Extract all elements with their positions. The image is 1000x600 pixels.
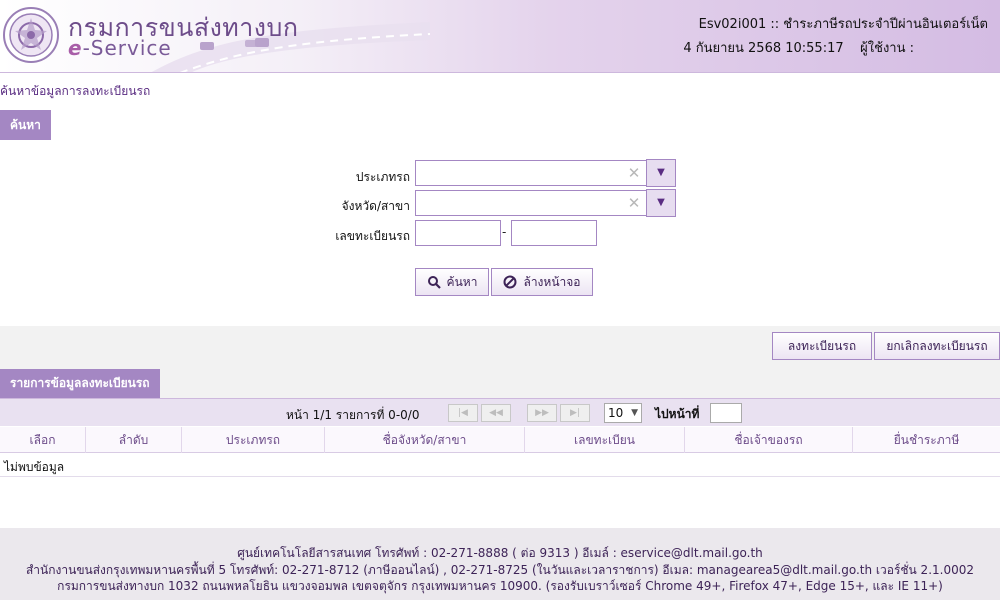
- search-button[interactable]: ค้นหา: [415, 268, 489, 296]
- cancel-register-button[interactable]: ยกเลิกลงทะเบียนรถ: [874, 332, 1000, 360]
- vehicle-type-combobox[interactable]: ✕ ▼: [415, 159, 676, 187]
- triangle-down-icon[interactable]: ▼: [646, 159, 676, 187]
- page-footer: ศูนย์เทคโนโลยีสารสนเทศ โทรศัพท์ : 02-271…: [0, 528, 1000, 600]
- dlt-seal-logo: [3, 7, 59, 63]
- pager-bar: หน้า 1/1 รายการที่ 0-0/0 |◀ ◀◀ ▶▶ ▶| 10 ▼…: [0, 398, 1000, 426]
- search-button-label: ค้นหา: [446, 274, 478, 289]
- page-header: กรมการขนส่งทางบก e-Service Esv02i001 :: …: [0, 0, 1000, 73]
- no-entry-icon: [503, 275, 517, 289]
- results-table-header: เลือก ลำดับ ประเภทรถ ชื่อจังหวัด/สาขา เล…: [0, 427, 1000, 453]
- last-page-icon[interactable]: ▶|: [560, 404, 590, 422]
- plate-label: เลขทะเบียนรถ: [335, 229, 410, 243]
- program-title: Esv02i001 :: ชำระภาษีรถประจำปีผ่านอินเตอ…: [698, 17, 988, 32]
- close-x-icon[interactable]: ✕: [622, 191, 646, 215]
- column-header-owner[interactable]: ชื่อเจ้าของรถ: [685, 427, 853, 453]
- province-combobox[interactable]: ✕ ▼: [415, 189, 676, 217]
- footer-line-3: กรมการขนส่งทางบก 1032 ถนนพหลโยธิน แขวงจอ…: [57, 579, 943, 593]
- magnifier-icon: [427, 276, 441, 289]
- column-header-sequence[interactable]: ลำดับ: [86, 427, 182, 453]
- pager-info: หน้า 1/1 รายการที่ 0-0/0: [286, 408, 420, 422]
- results-panel-tab: รายการข้อมูลลงทะเบียนรถ: [0, 369, 160, 398]
- column-header-submit-tax[interactable]: ยื่นชำระภาษี: [853, 427, 1000, 453]
- province-label: จังหวัด/สาขา: [341, 199, 410, 213]
- close-x-icon[interactable]: ✕: [622, 161, 646, 185]
- column-header-plate[interactable]: เลขทะเบียน: [525, 427, 685, 453]
- province-value[interactable]: [416, 191, 622, 215]
- no-data-message: ไม่พบข้อมูล: [4, 460, 65, 474]
- column-header-select[interactable]: เลือก: [0, 427, 86, 453]
- clear-button-label: ล้างหน้าจอ: [523, 274, 581, 289]
- plate-part1-input[interactable]: [415, 220, 501, 246]
- search-panel-tab: ค้นหา: [0, 110, 51, 140]
- column-header-vehicle-type[interactable]: ประเภทรถ: [182, 427, 325, 453]
- clear-button[interactable]: ล้างหน้าจอ: [491, 268, 593, 296]
- page-size-value: 10: [608, 406, 624, 420]
- first-page-icon[interactable]: |◀: [448, 404, 478, 422]
- vehicle-type-value[interactable]: [416, 161, 622, 185]
- register-vehicle-button[interactable]: ลงทะเบียนรถ: [772, 332, 872, 360]
- eservice-brand: e-Service: [68, 36, 172, 60]
- plate-part2-input[interactable]: [511, 220, 597, 246]
- goto-page-input[interactable]: [710, 403, 742, 423]
- table-row: ไม่พบข้อมูล: [0, 453, 1000, 477]
- date-user-info: 4 กันยายน 2568 10:55:17 ผู้ใช้งาน :: [683, 41, 914, 56]
- eservice-e-letter: e: [68, 36, 83, 60]
- triangle-down-icon[interactable]: ▼: [646, 189, 676, 217]
- page-size-select[interactable]: 10 ▼: [604, 403, 642, 423]
- plate-separator: -: [502, 225, 507, 239]
- eservice-rest: -Service: [82, 36, 172, 60]
- vehicle-type-label: ประเภทรถ: [355, 170, 410, 184]
- next-page-icon[interactable]: ▶▶: [527, 404, 557, 422]
- chevron-down-icon: ▼: [631, 408, 638, 418]
- goto-page-label: ไปหน้าที่: [655, 407, 700, 421]
- breadcrumb: ค้นหาข้อมูลการลงทะเบียนรถ: [0, 84, 151, 98]
- prev-page-icon[interactable]: ◀◀: [481, 404, 511, 422]
- column-header-province[interactable]: ชื่อจังหวัด/สาขา: [325, 427, 525, 453]
